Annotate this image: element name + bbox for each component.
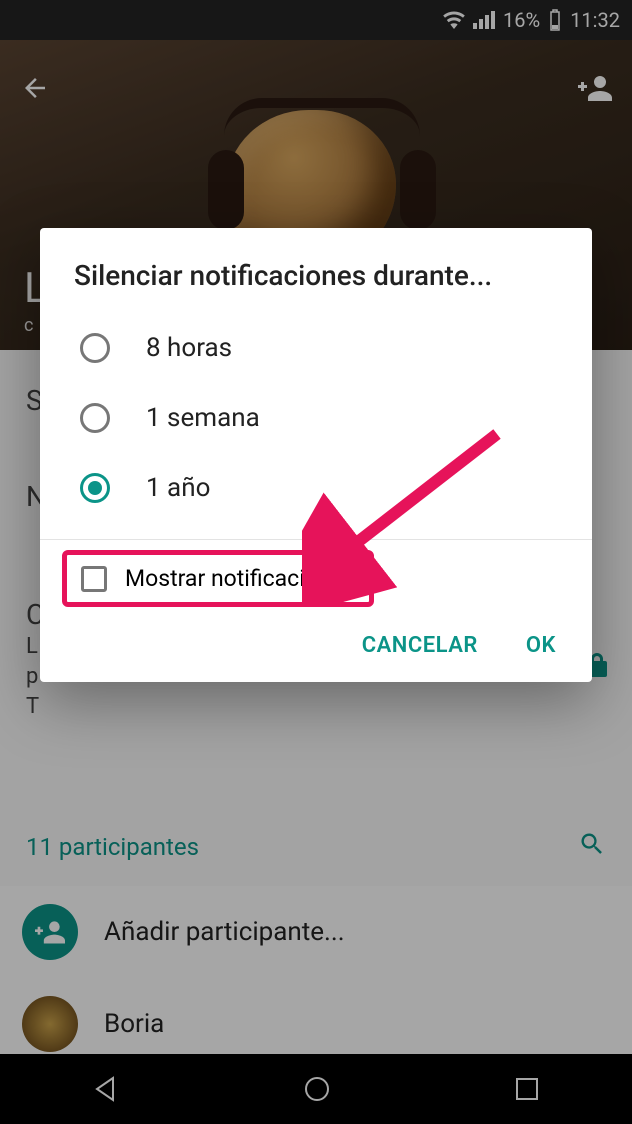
ok-button[interactable]: OK: [526, 633, 556, 658]
mute-dialog: Silenciar notificaciones durante... 8 ho…: [40, 228, 592, 682]
option-label: 8 horas: [146, 333, 232, 363]
cancel-button[interactable]: CANCELAR: [362, 633, 478, 658]
screen: 16% 11:32 ListenToThis/ c S N C L p T: [0, 0, 632, 1124]
option-label: 1 semana: [146, 403, 260, 433]
show-notifications-checkbox[interactable]: Mostrar notificaciones: [62, 550, 374, 607]
dialog-actions: CANCELAR OK: [40, 615, 592, 670]
option-label: 1 año: [146, 473, 210, 503]
mute-option-1y[interactable]: 1 año: [40, 453, 592, 523]
radio-selected-icon: [80, 473, 110, 503]
radio-icon: [80, 403, 110, 433]
radio-icon: [80, 333, 110, 363]
checkbox-icon: [81, 566, 107, 592]
mute-option-8h[interactable]: 8 horas: [40, 313, 592, 383]
divider: [40, 539, 592, 540]
checkbox-label: Mostrar notificaciones: [125, 565, 355, 592]
mute-options: 8 horas 1 semana 1 año: [40, 311, 592, 525]
mute-option-1w[interactable]: 1 semana: [40, 383, 592, 453]
dialog-title: Silenciar notificaciones durante...: [74, 258, 558, 293]
